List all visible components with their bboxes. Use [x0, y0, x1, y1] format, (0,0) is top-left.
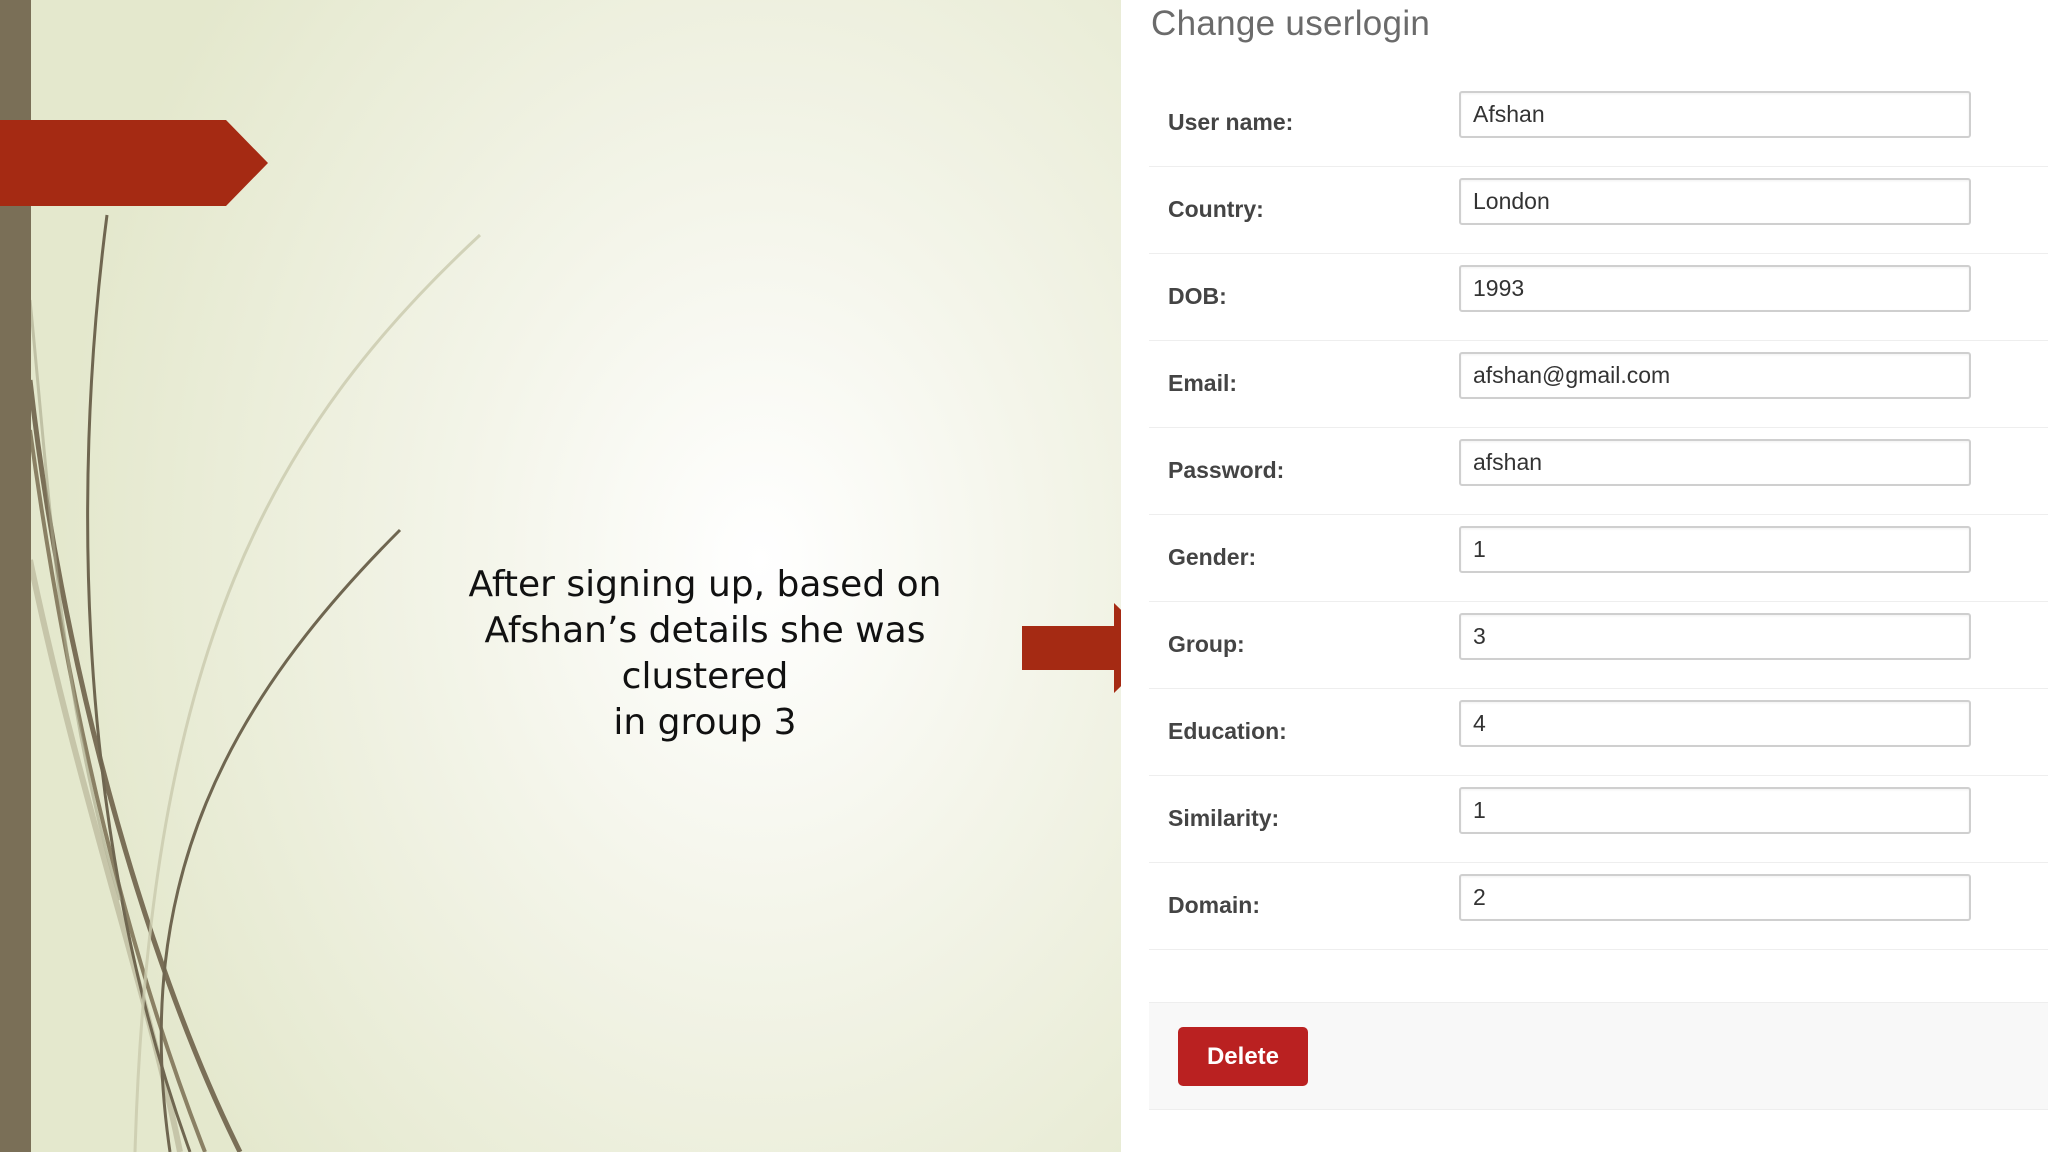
education-input[interactable]: [1459, 700, 1971, 747]
delete-button[interactable]: Delete: [1178, 1027, 1308, 1086]
form-row-similarity: Similarity:: [1149, 776, 2048, 863]
email-input[interactable]: [1459, 352, 1971, 399]
field-label: Gender:: [1168, 544, 1257, 570]
admin-form-panel: Change userlogin User name: Country: DOB…: [1121, 0, 2048, 1152]
field-label: Education:: [1168, 718, 1287, 744]
form-row-gender: Gender:: [1149, 515, 2048, 602]
caption-line: in group 3: [613, 702, 797, 743]
group-input[interactable]: [1459, 613, 1971, 660]
password-input[interactable]: [1459, 439, 1971, 486]
country-input[interactable]: [1459, 178, 1971, 225]
domain-input[interactable]: [1459, 874, 1971, 921]
form-row-dob: DOB:: [1149, 254, 2048, 341]
caption-line: After signing up, based on: [468, 564, 942, 605]
form-row-domain: Domain:: [1149, 863, 2048, 950]
field-label: Email:: [1168, 370, 1238, 396]
similarity-input[interactable]: [1459, 787, 1971, 834]
username-input[interactable]: [1459, 91, 1971, 138]
field-label: DOB:: [1168, 283, 1227, 309]
slide-caption: After signing up, based on Afshan’s deta…: [405, 562, 1005, 746]
title-marker-arrow: [0, 120, 268, 206]
submit-row: Delete: [1149, 1002, 2048, 1110]
field-label: Country:: [1168, 196, 1264, 222]
form-row-email: Email:: [1149, 341, 2048, 428]
gender-input[interactable]: [1459, 526, 1971, 573]
field-label: Domain:: [1168, 892, 1260, 918]
caption-line: Afshan’s details she was clustered: [484, 610, 926, 697]
form-row-education: Education:: [1149, 689, 2048, 776]
dob-input[interactable]: [1459, 265, 1971, 312]
form-row-password: Password:: [1149, 428, 2048, 515]
page-title: Change userlogin: [1151, 4, 1431, 43]
form-row-group: Group:: [1149, 602, 2048, 689]
form-row-username: User name:: [1149, 80, 2048, 167]
field-label: Password:: [1168, 457, 1285, 483]
field-label: Group:: [1168, 631, 1245, 657]
field-label: User name:: [1168, 109, 1294, 135]
field-label: Similarity:: [1168, 805, 1280, 831]
form-row-country: Country:: [1149, 167, 2048, 254]
